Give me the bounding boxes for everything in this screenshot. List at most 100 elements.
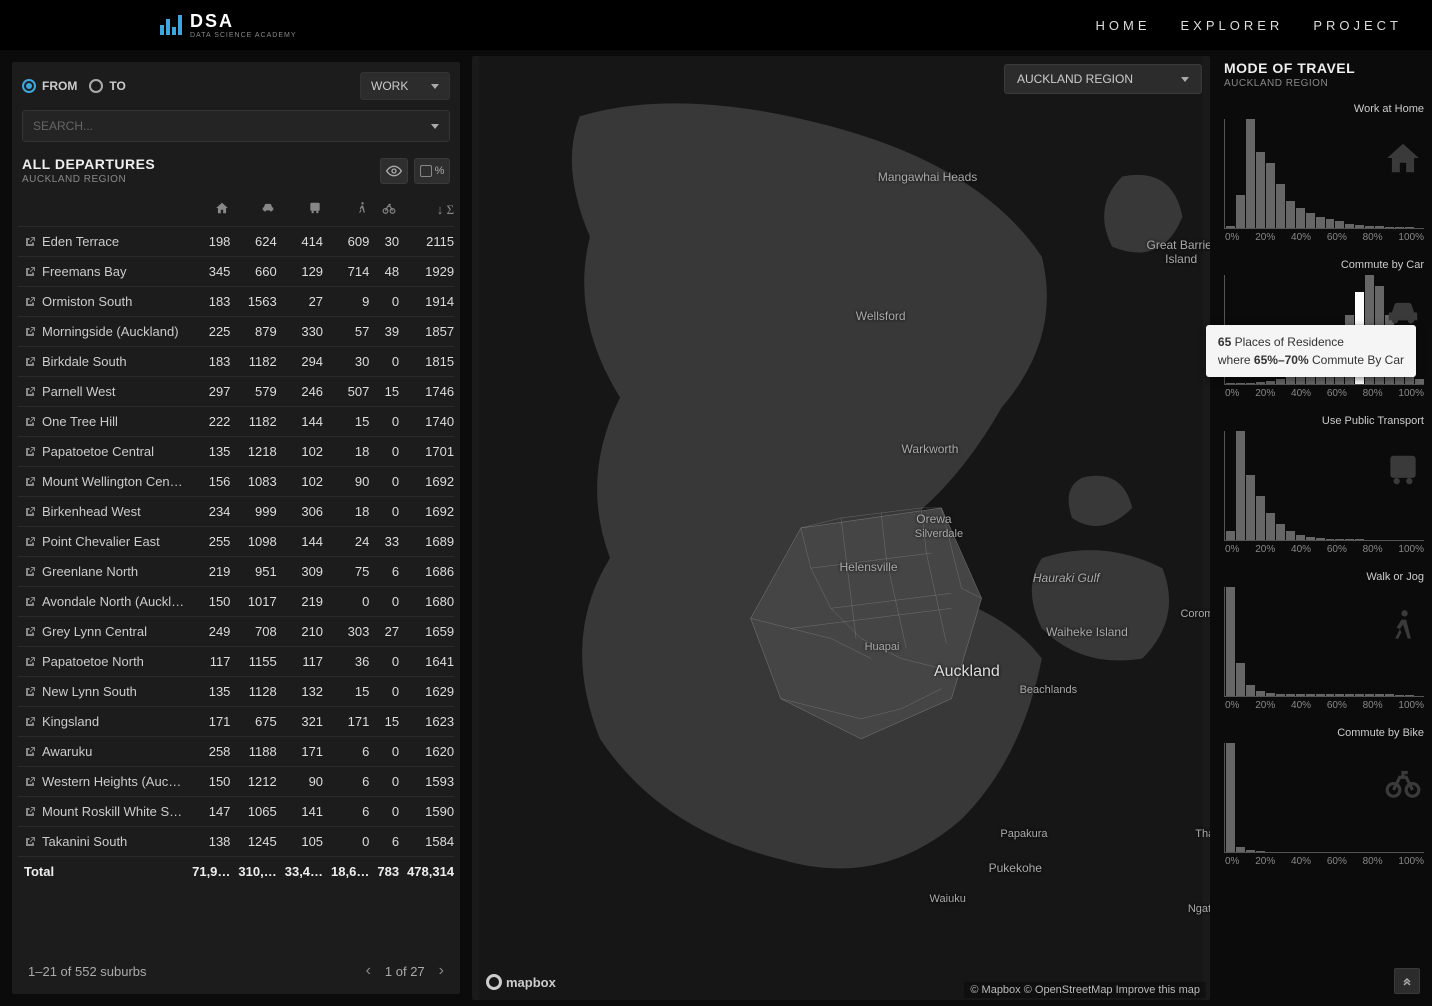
radio-from[interactable]: FROM — [22, 79, 77, 93]
histogram-body[interactable] — [1224, 119, 1424, 229]
table-row[interactable]: Takanini South1381245105061584 — [18, 827, 454, 857]
col-walk[interactable] — [327, 193, 373, 227]
histogram-bar[interactable] — [1286, 531, 1295, 540]
attrib-mapbox[interactable]: © Mapbox — [970, 984, 1020, 996]
histogram-body[interactable]: 65 Places of Residencewhere 65%–70% Comm… — [1224, 275, 1424, 385]
histogram-bar[interactable] — [1236, 663, 1245, 696]
table-row[interactable]: Point Chevalier East255109814424331689 — [18, 527, 454, 557]
table-row[interactable]: Birkdale South18311822943001815 — [18, 347, 454, 377]
histogram-bar[interactable] — [1266, 163, 1275, 228]
histogram-bar[interactable] — [1306, 537, 1315, 540]
histogram-bar[interactable] — [1256, 691, 1265, 696]
histogram-bar[interactable] — [1236, 431, 1245, 540]
table-row[interactable]: Morningside (Auckland)22587933057391857 — [18, 317, 454, 347]
attrib-osm[interactable]: © OpenStreetMap — [1024, 984, 1113, 996]
histogram-bar[interactable] — [1326, 694, 1335, 696]
radio-to[interactable]: TO — [89, 79, 125, 93]
table-row[interactable]: Papatoetoe Central13512181021801701 — [18, 437, 454, 467]
histogram-bar[interactable] — [1385, 227, 1394, 228]
histogram-bar[interactable] — [1345, 224, 1354, 228]
histogram-bar[interactable] — [1276, 184, 1285, 228]
table-row[interactable]: One Tree Hill22211821441501740 — [18, 407, 454, 437]
nav-explorer[interactable]: EXPLORER — [1181, 18, 1284, 33]
histogram-bar[interactable] — [1395, 695, 1404, 696]
histogram-bar[interactable] — [1415, 379, 1424, 384]
percent-toggle[interactable]: % — [414, 158, 450, 184]
histogram-bar[interactable] — [1286, 377, 1295, 384]
scroll-top-button[interactable] — [1394, 968, 1420, 994]
table-row[interactable]: Grey Lynn Central249708210303271659 — [18, 617, 454, 647]
histogram-bar[interactable] — [1395, 227, 1404, 228]
histogram-bar[interactable] — [1375, 226, 1384, 228]
table-row[interactable]: Ormiston South183156327901914 — [18, 287, 454, 317]
table-row[interactable]: Mount Roskill White S…1471065141601590 — [18, 797, 454, 827]
histogram-bar[interactable] — [1236, 383, 1245, 384]
histogram-bar[interactable] — [1246, 850, 1255, 852]
histogram-bar[interactable] — [1296, 208, 1305, 228]
table-row[interactable]: New Lynn South13511281321501629 — [18, 677, 454, 707]
histogram-bar[interactable] — [1335, 221, 1344, 228]
histogram-bar[interactable] — [1226, 587, 1235, 696]
histogram-bar[interactable] — [1326, 219, 1335, 228]
destination-dropdown[interactable]: WORK — [360, 72, 450, 100]
histogram-bar[interactable] — [1306, 213, 1315, 228]
histogram-bar[interactable] — [1266, 381, 1275, 384]
histogram-bar[interactable] — [1256, 152, 1265, 228]
histogram-bar[interactable] — [1266, 513, 1275, 540]
table-row[interactable]: Kingsland171675321171151623 — [18, 707, 454, 737]
histogram-bar[interactable] — [1246, 685, 1255, 696]
col-bike[interactable] — [373, 193, 403, 227]
col-bus[interactable] — [281, 193, 327, 227]
table-row[interactable]: Western Heights (Auc…150121290601593 — [18, 767, 454, 797]
histogram-bar[interactable] — [1385, 694, 1394, 696]
nav-home[interactable]: HOME — [1096, 18, 1151, 33]
col-total[interactable]: ↓ Σ — [403, 193, 454, 227]
histogram-bar[interactable] — [1345, 694, 1354, 696]
histogram-bar[interactable] — [1365, 694, 1374, 696]
histogram-bar[interactable] — [1276, 694, 1285, 696]
histogram-bar[interactable] — [1326, 539, 1335, 540]
map-view[interactable]: Mangawhai HeadsGreat Barrier IslandWells… — [472, 56, 1210, 1000]
pager-next[interactable]: › — [439, 962, 444, 980]
histogram-bar[interactable] — [1335, 539, 1344, 540]
histogram-bar[interactable] — [1286, 201, 1295, 228]
visibility-toggle[interactable] — [380, 158, 408, 184]
table-row[interactable]: Eden Terrace198624414609302115 — [18, 227, 454, 257]
histogram-bar[interactable] — [1226, 531, 1235, 540]
histogram-bar[interactable] — [1286, 694, 1295, 696]
histogram-bar[interactable] — [1355, 694, 1364, 696]
table-row[interactable]: Greenlane North2199513097561686 — [18, 557, 454, 587]
table-row[interactable]: Parnell West297579246507151746 — [18, 377, 454, 407]
histogram-bar[interactable] — [1316, 538, 1325, 540]
histogram-bar[interactable] — [1316, 694, 1325, 696]
mapbox-logo[interactable]: mapbox — [486, 974, 556, 990]
histogram-bar[interactable] — [1236, 847, 1245, 852]
attrib-improve[interactable]: Improve this map — [1116, 984, 1200, 996]
histogram-bar[interactable] — [1266, 693, 1275, 696]
col-car[interactable] — [234, 193, 280, 227]
histogram-bar[interactable] — [1256, 851, 1265, 852]
histogram-body[interactable] — [1224, 743, 1424, 853]
histogram-bar[interactable] — [1296, 535, 1305, 540]
histogram-bar[interactable] — [1355, 225, 1364, 228]
histogram-body[interactable] — [1224, 431, 1424, 541]
logo[interactable]: DSA DATA SCIENCE ACADEMY — [160, 12, 296, 39]
histogram-bar[interactable] — [1355, 539, 1364, 540]
search-input[interactable]: SEARCH... — [22, 110, 450, 142]
histogram-bar[interactable] — [1335, 694, 1344, 696]
col-home[interactable] — [188, 193, 234, 227]
histogram-bar[interactable] — [1365, 226, 1374, 228]
nav-project[interactable]: PROJECT — [1313, 18, 1402, 33]
histogram-bar[interactable] — [1345, 539, 1354, 540]
histogram-bar[interactable] — [1226, 743, 1235, 852]
histogram-bar[interactable] — [1375, 694, 1384, 696]
table-row[interactable]: Awaruku2581188171601620 — [18, 737, 454, 767]
histogram-bar[interactable] — [1236, 195, 1245, 228]
histogram-bar[interactable] — [1276, 524, 1285, 540]
histogram-bar[interactable] — [1246, 383, 1255, 384]
table-row[interactable]: Birkenhead West2349993061801692 — [18, 497, 454, 527]
histogram-bar[interactable] — [1246, 119, 1255, 228]
histogram-bar[interactable] — [1405, 227, 1414, 228]
histogram-bar[interactable] — [1296, 694, 1305, 696]
histogram-bar[interactable] — [1306, 694, 1315, 696]
